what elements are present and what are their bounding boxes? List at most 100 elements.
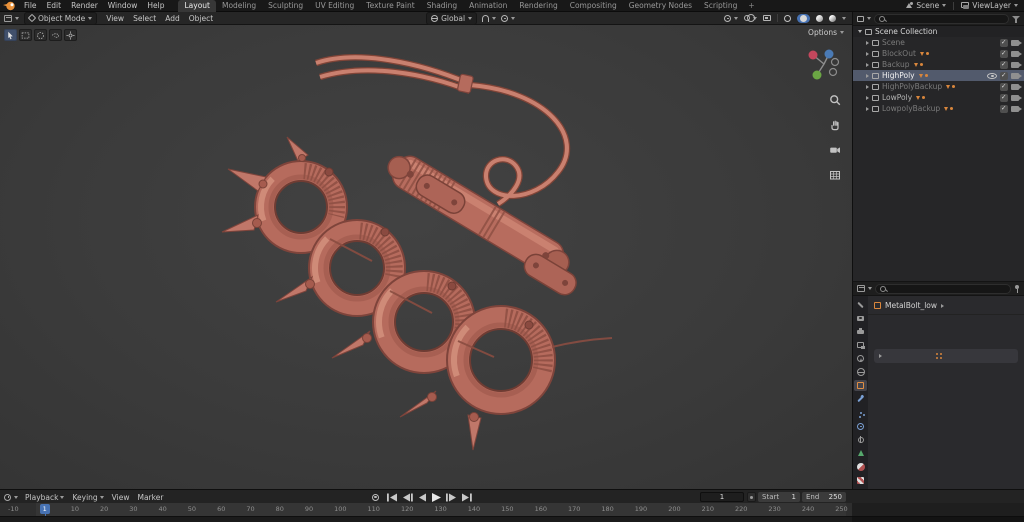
transform-orientation-selector[interactable]: Global xyxy=(426,11,478,25)
timeline-editor-icon-button[interactable] xyxy=(4,493,18,501)
tab-texture[interactable] xyxy=(854,475,867,486)
topbar-menu[interactable]: Edit xyxy=(43,1,66,10)
navigation-gizmo[interactable] xyxy=(804,43,844,87)
outliner-row[interactable]: Scene xyxy=(853,37,1024,48)
select-lasso-tool-button[interactable] xyxy=(49,29,62,41)
xray-toggle[interactable] xyxy=(763,15,772,21)
collapse-arrow-icon[interactable] xyxy=(858,30,862,33)
breadcrumb-object-name[interactable]: MetalBolt_low xyxy=(885,301,937,310)
filter-icon[interactable] xyxy=(1012,15,1020,23)
pan-hand-icon[interactable] xyxy=(829,116,841,135)
cursor-tool-button[interactable] xyxy=(64,29,77,41)
exclude-checkbox[interactable] xyxy=(1000,60,1008,69)
topbar-menu[interactable]: File xyxy=(20,1,41,10)
outliner-search-input[interactable] xyxy=(888,14,1004,23)
timeline-menu[interactable]: Playback xyxy=(25,493,65,502)
exclude-checkbox[interactable] xyxy=(1000,49,1008,58)
workspace-tab[interactable]: Shading xyxy=(421,0,463,12)
workspace-tab[interactable]: Texture Paint xyxy=(360,0,420,12)
current-frame-field[interactable]: 1 xyxy=(700,492,744,502)
viewport-menu[interactable]: Object xyxy=(185,14,217,23)
shading-material-button[interactable] xyxy=(816,14,824,22)
scene-collection-row[interactable]: Scene Collection xyxy=(853,26,1024,37)
outliner-search[interactable] xyxy=(874,13,1009,24)
outliner-row[interactable]: LowpolyBackup xyxy=(853,103,1024,114)
collapsed-panel-header[interactable] xyxy=(874,349,1018,363)
workspace-tab[interactable]: Rendering xyxy=(513,0,563,12)
outliner-row[interactable]: HighPoly xyxy=(853,70,1024,81)
properties-search-input[interactable] xyxy=(889,284,1006,293)
viewport-menu[interactable]: Add xyxy=(161,14,184,23)
keyframe-jump-button[interactable] xyxy=(747,492,756,502)
disable-in-renders-icon[interactable] xyxy=(1011,50,1022,57)
zoom-icon[interactable] xyxy=(829,91,841,110)
outliner-row[interactable]: HighPolyBackup xyxy=(853,81,1024,92)
workspace-tab[interactable]: Compositing xyxy=(564,0,623,12)
disable-in-renders-icon[interactable] xyxy=(1011,83,1022,90)
orthographic-grid-icon[interactable] xyxy=(829,166,841,185)
outliner-editor-icon[interactable] xyxy=(857,15,864,22)
workspace-tab[interactable]: Modeling xyxy=(216,0,262,12)
snap-toggle[interactable] xyxy=(482,14,497,22)
disable-in-renders-icon[interactable] xyxy=(1011,61,1022,68)
viewport-menu[interactable]: View xyxy=(102,14,128,23)
auto-keying-record-button[interactable] xyxy=(372,493,379,501)
tab-material[interactable] xyxy=(854,461,867,472)
expand-arrow-icon[interactable] xyxy=(866,40,869,45)
select-circle-tool-button[interactable] xyxy=(34,29,47,41)
workspace-tab[interactable]: Layout xyxy=(178,0,216,12)
expand-arrow-icon[interactable] xyxy=(866,84,869,89)
add-workspace-button[interactable]: + xyxy=(743,0,759,12)
tab-scene[interactable] xyxy=(854,353,867,364)
disable-in-renders-icon[interactable] xyxy=(1011,72,1022,79)
show-gizmo-toggle[interactable] xyxy=(724,14,739,22)
exclude-checkbox[interactable] xyxy=(1000,104,1008,113)
proportional-editing-toggle[interactable] xyxy=(501,14,516,22)
workspace-tab[interactable]: UV Editing xyxy=(309,0,360,12)
topbar-menu[interactable]: Help xyxy=(143,1,168,10)
topbar-menu[interactable]: Render xyxy=(67,1,102,10)
expand-arrow-icon[interactable] xyxy=(866,95,869,100)
transport-buttons[interactable] xyxy=(385,492,489,503)
expand-arrow-icon[interactable] xyxy=(866,73,869,78)
tab-physics[interactable] xyxy=(854,421,867,432)
select-tweak-tool-button[interactable] xyxy=(4,29,17,41)
3d-model-knuckle-duster[interactable] xyxy=(0,25,852,489)
expand-arrow-icon[interactable] xyxy=(866,106,869,111)
frame-end-field[interactable]: End 250 xyxy=(802,492,846,502)
camera-view-icon[interactable] xyxy=(829,141,841,160)
viewport-menu[interactable]: Select xyxy=(129,14,160,23)
exclude-checkbox[interactable] xyxy=(1000,82,1008,91)
mode-selector[interactable]: Object Mode xyxy=(24,11,98,25)
tab-world[interactable] xyxy=(854,367,867,378)
tab-particles[interactable] xyxy=(854,407,867,418)
tab-modifiers[interactable] xyxy=(854,394,867,405)
properties-search[interactable] xyxy=(875,283,1011,294)
tab-tool[interactable] xyxy=(854,299,867,310)
tab-view-layer[interactable] xyxy=(854,340,867,351)
disable-in-renders-icon[interactable] xyxy=(1011,39,1022,46)
exclude-checkbox[interactable] xyxy=(1000,93,1008,102)
outliner-row[interactable]: LowPoly xyxy=(853,92,1024,103)
viewlayer-selector[interactable]: ViewLayer xyxy=(961,1,1018,10)
workspace-tab[interactable]: Sculpting xyxy=(262,0,309,12)
outliner-row[interactable]: BlockOut xyxy=(853,48,1024,59)
disable-in-renders-icon[interactable] xyxy=(1011,94,1022,101)
scene-selector[interactable]: Scene xyxy=(906,1,947,10)
expand-arrow-icon[interactable] xyxy=(866,51,869,56)
topbar-menu[interactable]: Window xyxy=(104,1,142,10)
tab-constraints[interactable] xyxy=(854,434,867,445)
exclude-checkbox[interactable] xyxy=(1000,71,1008,80)
hide-in-viewport-icon[interactable] xyxy=(987,72,997,79)
shading-wireframe-button[interactable] xyxy=(784,14,792,22)
outliner-row[interactable]: Backup xyxy=(853,59,1024,70)
pin-icon[interactable] xyxy=(1014,284,1020,293)
disable-in-renders-icon[interactable] xyxy=(1011,105,1022,112)
select-box-tool-button[interactable] xyxy=(19,29,32,41)
3d-viewport[interactable]: Options xyxy=(0,25,852,489)
workspace-tab[interactable]: Animation xyxy=(463,0,513,12)
viewport-options-dropdown[interactable]: Options xyxy=(808,28,844,37)
tab-render[interactable] xyxy=(854,313,867,324)
tab-object-data[interactable] xyxy=(854,448,867,459)
show-overlays-toggle[interactable] xyxy=(744,14,758,22)
